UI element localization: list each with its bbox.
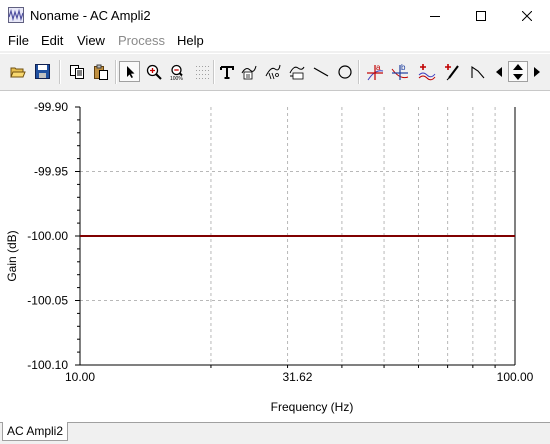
text-icon	[219, 65, 234, 79]
save-button[interactable]	[32, 61, 53, 82]
text-button[interactable]	[216, 61, 237, 82]
cursor-a-label: a	[376, 63, 381, 72]
label-curve-button[interactable]	[238, 61, 259, 82]
y-tick-label: -100.00	[27, 229, 68, 243]
sheet-tab-bar: AC Ampli2	[0, 422, 550, 444]
close-icon	[522, 10, 532, 21]
circle-button[interactable]	[334, 61, 355, 82]
save-icon	[35, 64, 50, 79]
y-axis-label: Gain (dB)	[5, 230, 19, 281]
title-bar: Noname - AC Ampli2	[0, 0, 550, 31]
cursor-b-button[interactable]: b	[389, 61, 410, 82]
scroll-left-button[interactable]	[492, 61, 506, 82]
label-curve-2-button[interactable]	[262, 61, 283, 82]
scroll-right-icon	[534, 66, 540, 77]
paste-button[interactable]	[90, 61, 111, 82]
waveform-app-icon	[8, 7, 24, 23]
open-button[interactable]	[7, 61, 28, 82]
y-tick-label: -100.05	[27, 294, 68, 308]
grid-button[interactable]	[191, 61, 212, 82]
cursor-b-label: b	[401, 63, 406, 72]
open-folder-icon	[9, 67, 26, 77]
copy-icon	[69, 64, 84, 79]
toolbar: 100% a b	[0, 53, 550, 91]
paste-icon	[93, 64, 108, 80]
x-tick-label: 31.62	[282, 370, 312, 384]
add-curve-icon	[418, 63, 435, 80]
line-button[interactable]	[310, 61, 331, 82]
zoom-out-icon: 100%	[170, 64, 183, 80]
x-tick-label: 10.00	[65, 370, 95, 384]
marker-icon	[470, 65, 484, 78]
pointer-icon	[126, 65, 134, 78]
menu-edit[interactable]: Edit	[41, 33, 63, 48]
scroll-updown-icon	[513, 63, 523, 80]
label-curve-3-icon	[289, 66, 304, 79]
zoom-out-button[interactable]: 100%	[167, 61, 188, 82]
menu-view[interactable]: View	[77, 33, 105, 48]
y-tick-label: -99.90	[34, 100, 68, 114]
x-axis-label: Frequency (Hz)	[271, 400, 354, 414]
svg-text:100%: 100%	[170, 76, 183, 80]
y-tick-label: -99.95	[34, 165, 68, 179]
cursor-a-icon: a	[366, 63, 383, 80]
minimize-icon	[430, 15, 440, 17]
label-curve-icon	[241, 65, 256, 79]
probe-icon	[444, 63, 459, 80]
toolbar-separator	[213, 60, 215, 84]
zoom-in-icon	[146, 64, 162, 80]
minimize-button[interactable]	[412, 0, 458, 31]
x-tick-label: 100.00	[497, 370, 534, 384]
maximize-icon	[476, 10, 486, 21]
label-curve-2-icon	[265, 64, 280, 79]
y-tick-label: -100.10	[27, 358, 68, 372]
menu-help[interactable]: Help	[177, 33, 204, 48]
circle-icon	[337, 64, 352, 79]
cursor-b-icon: b	[391, 63, 408, 80]
window-title: Noname - AC Ampli2	[30, 8, 151, 23]
menu-process[interactable]: Process	[118, 33, 165, 48]
toolbar-separator	[115, 60, 117, 84]
scroll-updown-button[interactable]	[508, 61, 528, 82]
menu-bar: File Edit View Process Help	[0, 31, 550, 51]
maximize-button[interactable]	[458, 0, 504, 31]
scroll-left-icon	[496, 66, 502, 77]
copy-button[interactable]	[66, 61, 87, 82]
close-button[interactable]	[504, 0, 550, 31]
scroll-right-button[interactable]	[530, 61, 544, 82]
marker-button[interactable]	[467, 61, 488, 82]
sheet-tab[interactable]: AC Ampli2	[2, 422, 69, 441]
toolbar-separator	[358, 60, 360, 84]
line-icon	[313, 66, 328, 77]
cursor-a-button[interactable]: a	[364, 61, 385, 82]
menu-file[interactable]: File	[8, 33, 29, 48]
label-curve-3-button[interactable]	[286, 61, 307, 82]
gain-chart[interactable]: -99.90 -99.95 -100.00 -100.05 -100.1010.00 31…	[0, 91, 550, 422]
probe-button[interactable]	[441, 61, 462, 82]
grid-dots-icon	[195, 65, 209, 79]
toolbar-separator	[59, 60, 61, 84]
add-curve-button[interactable]	[416, 61, 437, 82]
zoom-in-button[interactable]	[143, 61, 164, 82]
pointer-button[interactable]	[119, 61, 140, 82]
